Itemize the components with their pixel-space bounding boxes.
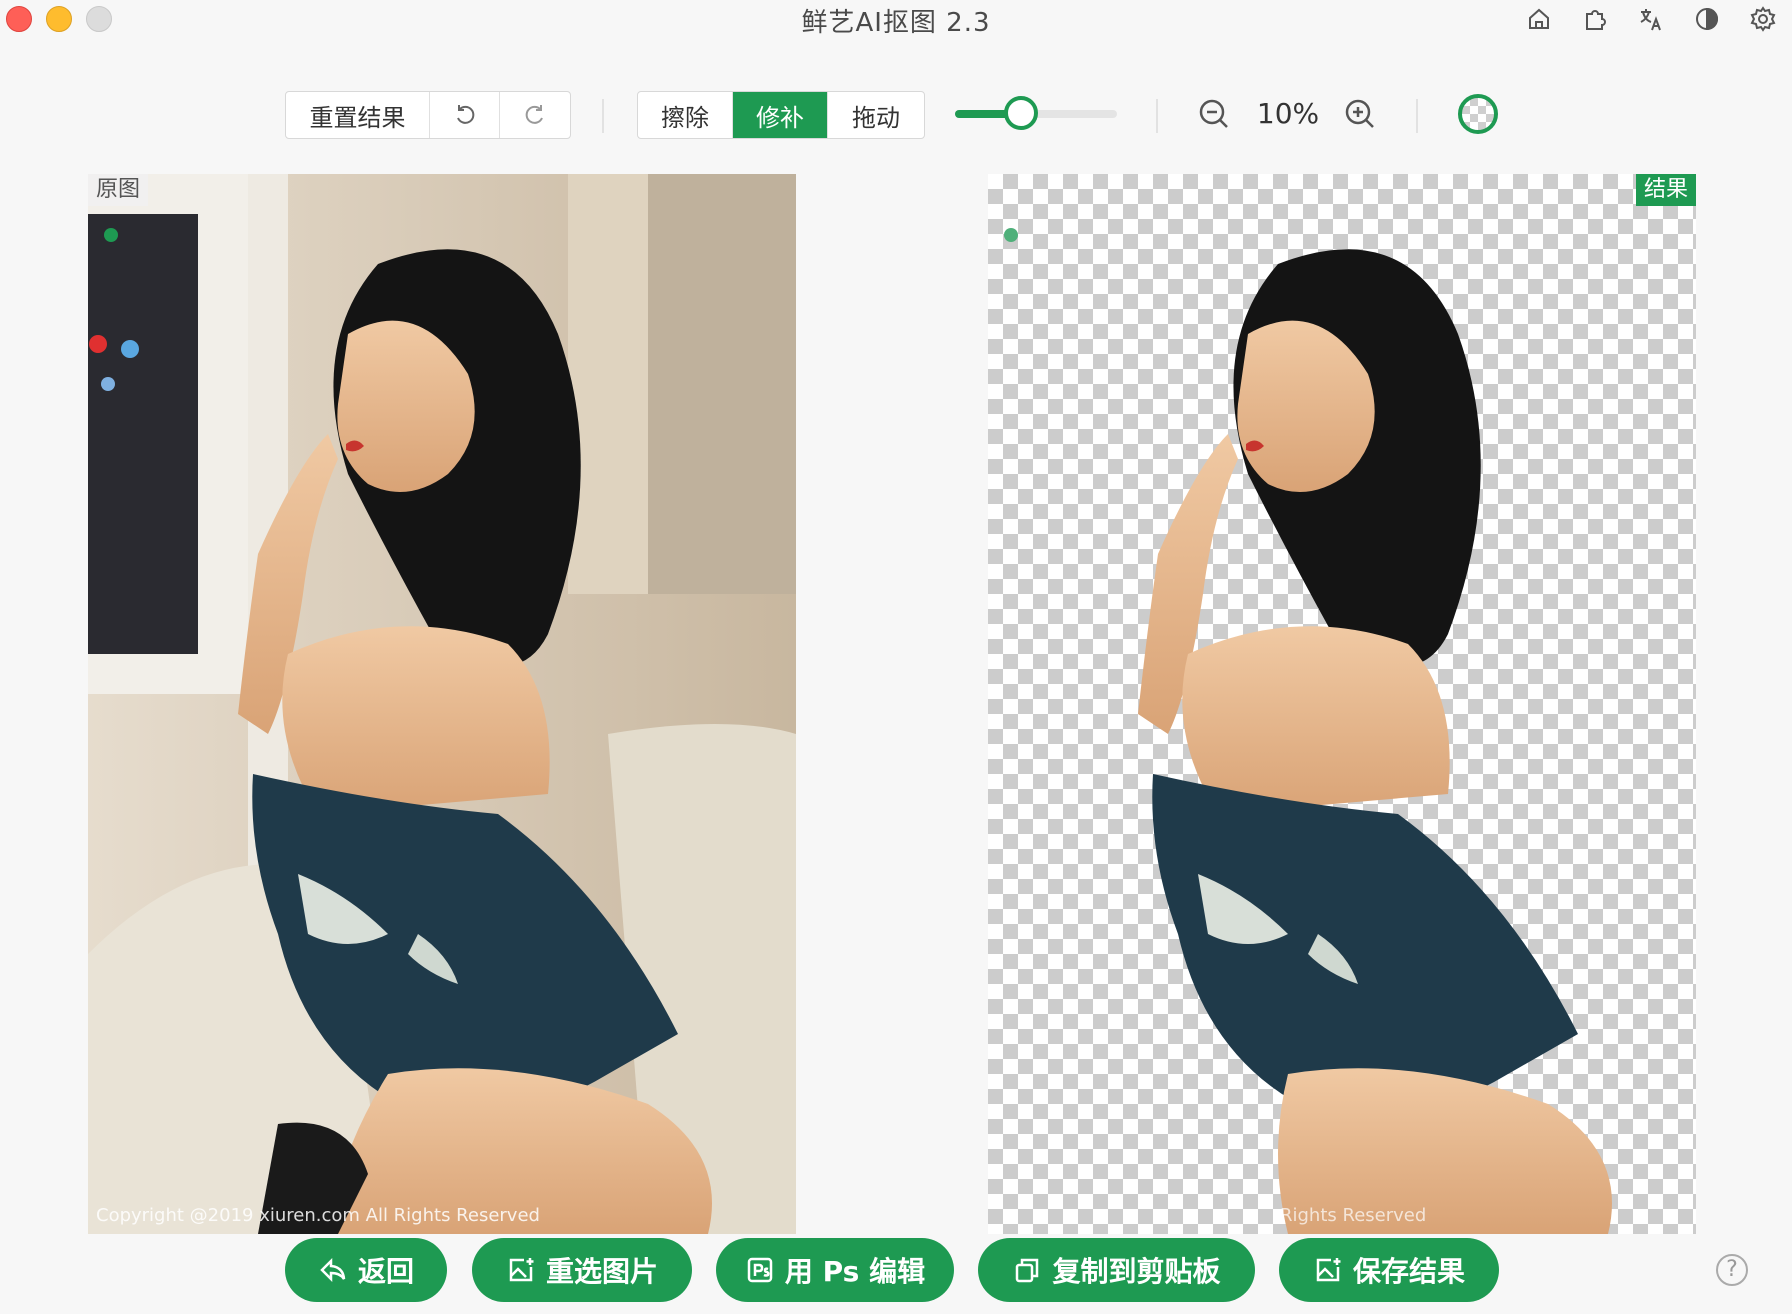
mode-group: 擦除 修补 拖动 [637, 91, 925, 139]
settings-icon[interactable] [1748, 4, 1778, 34]
copy-icon [1016, 1258, 1039, 1283]
status-dot [1004, 228, 1018, 242]
history-group: 重置结果 [285, 91, 571, 139]
redo-button[interactable] [500, 92, 570, 138]
original-tag: 原图 [88, 174, 149, 206]
redo-icon [525, 105, 543, 124]
ps-edit-button[interactable]: 用 Ps 编辑 [716, 1238, 954, 1302]
image-add-icon [509, 1258, 534, 1282]
save-result-button[interactable]: 保存结果 [1279, 1238, 1499, 1302]
slider-thumb[interactable] [1004, 96, 1038, 130]
ps-edit-label: 用 Ps 编辑 [784, 1255, 926, 1288]
back-button[interactable]: 返回 [285, 1238, 447, 1302]
mode-repair-button[interactable]: 修补 [733, 92, 828, 138]
result-tag: 结果 [1635, 174, 1696, 206]
plugin-icon[interactable] [1580, 4, 1610, 34]
copy-to-clipboard-button[interactable]: 复制到剪贴板 [978, 1238, 1255, 1302]
zoom-in-button[interactable] [1342, 96, 1378, 132]
original-image-panel[interactable]: 原图 Copyright @2019 xiuren.com All Rights… [88, 174, 796, 1234]
toolbar-divider [1416, 99, 1418, 133]
copy-label: 复制到剪贴板 [1052, 1255, 1221, 1288]
title-bar: 鲜艺AI抠图 2.3 [0, 0, 1792, 40]
toolbar-divider [602, 99, 604, 133]
original-copyright: Copyright @2019 xiuren.com All Rights Re… [96, 1205, 540, 1226]
toolbar-divider [1156, 99, 1158, 133]
zoom-in-icon [1345, 99, 1374, 128]
brush-size-slider[interactable] [955, 96, 1117, 132]
translate-icon[interactable] [1636, 4, 1666, 34]
back-label: 返回 [357, 1255, 414, 1288]
mode-erase-button[interactable]: 擦除 [638, 92, 733, 138]
mode-drag-button[interactable]: 拖动 [828, 92, 924, 138]
transparency-background-toggle[interactable] [1458, 94, 1498, 134]
contrast-icon[interactable] [1692, 4, 1722, 34]
result-copyright: Rights Reserved [1280, 1205, 1427, 1226]
help-icon[interactable]: ? [1716, 1254, 1748, 1286]
original-photo [88, 174, 796, 1234]
zoom-level: 10% [1256, 97, 1320, 130]
result-cutout [1138, 249, 1612, 1234]
reset-result-button[interactable]: 重置结果 [286, 92, 430, 138]
reselect-label: 重选图片 [545, 1255, 658, 1288]
zoom-out-button[interactable] [1196, 96, 1232, 132]
undo-button[interactable] [430, 92, 500, 138]
photoshop-icon [747, 1257, 773, 1283]
undo-icon [456, 105, 474, 124]
reselect-image-button[interactable]: 重选图片 [472, 1238, 692, 1302]
save-label: 保存结果 [1352, 1255, 1465, 1288]
image-save-icon [1316, 1258, 1341, 1282]
status-dot [104, 228, 118, 242]
zoom-out-icon [1199, 99, 1228, 128]
home-icon[interactable] [1524, 4, 1554, 34]
back-icon [320, 1257, 346, 1283]
result-image-panel[interactable]: 结果 Rights Reserved [988, 174, 1696, 1234]
